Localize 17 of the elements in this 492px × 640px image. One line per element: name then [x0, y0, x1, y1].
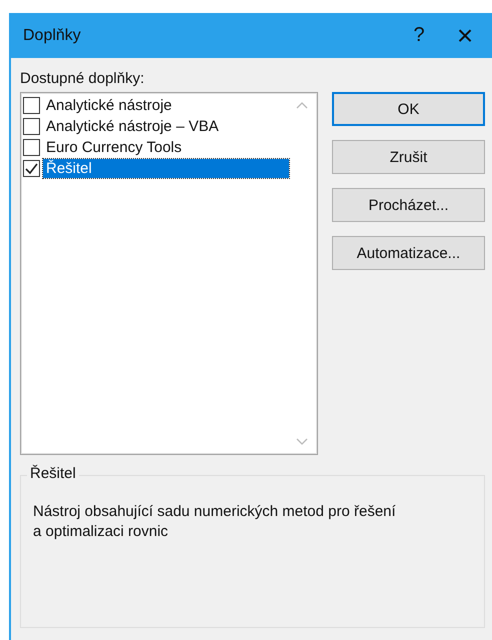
checkbox[interactable]: [23, 139, 40, 156]
list-label: Dostupné doplňky:: [20, 70, 146, 87]
close-button[interactable]: ×: [442, 13, 488, 58]
description-text: Nástroj obsahující sadu numerických metod pro řešení a optimalizaci rovnic: [33, 502, 397, 542]
checkbox[interactable]: [23, 118, 40, 135]
dialog-button[interactable]: Procházet...: [332, 188, 485, 222]
dialog-button[interactable]: OK: [332, 92, 485, 126]
dialog-button[interactable]: Automatizace...: [332, 236, 485, 270]
checkbox[interactable]: [23, 160, 40, 177]
help-button[interactable]: ?: [396, 13, 442, 58]
list-item[interactable]: Řešitel: [43, 159, 289, 178]
window-title: Doplňky: [23, 26, 82, 44]
dialog-button[interactable]: Zrušit: [332, 140, 485, 174]
list-item[interactable]: Analytické nástroje: [43, 96, 175, 115]
list-item[interactable]: Analytické nástroje – VBA: [43, 117, 222, 136]
list-item[interactable]: Euro Currency Tools: [43, 138, 185, 157]
checkbox[interactable]: [23, 97, 40, 114]
